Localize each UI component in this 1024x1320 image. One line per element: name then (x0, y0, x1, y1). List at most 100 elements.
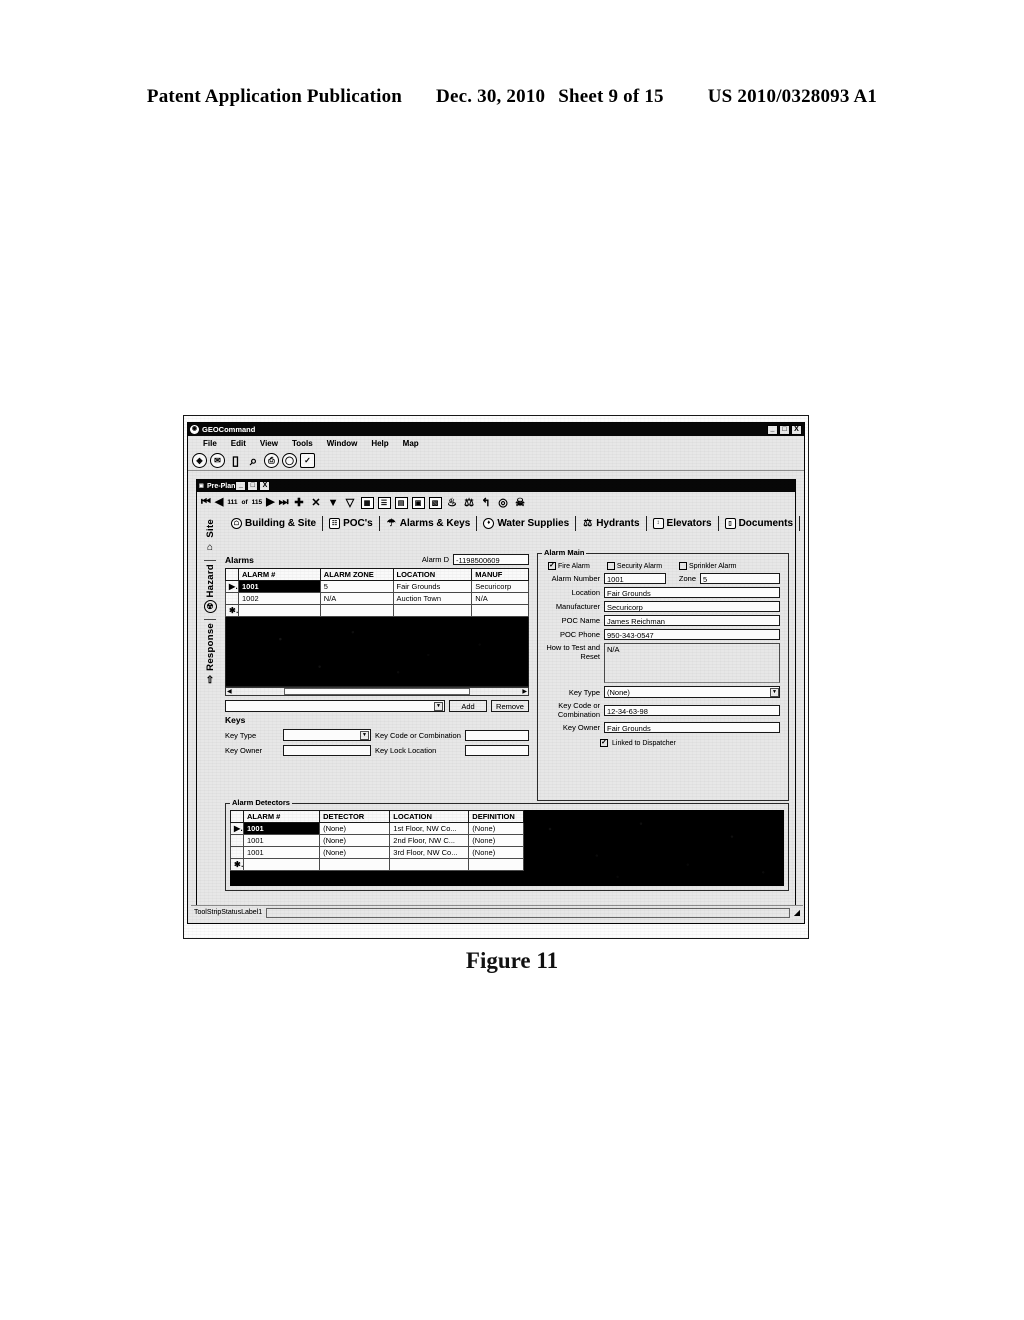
cell-detector[interactable] (319, 858, 391, 871)
cell-location[interactable] (392, 604, 473, 617)
list-icon[interactable]: ☰ (377, 496, 391, 509)
key-type-dropdown[interactable]: (None) ▼ (604, 686, 780, 698)
clock-icon[interactable]: ◯ (282, 453, 297, 468)
menu-item-view[interactable]: View (253, 438, 285, 449)
cell-detector[interactable]: (None) (319, 846, 391, 859)
key-owner-field[interactable]: Fair Grounds (604, 722, 780, 733)
cell-alarm-number[interactable]: 1002 (238, 592, 321, 605)
sidebar-item-hazard[interactable]: Hazard ☢ (203, 564, 217, 616)
column-header-location[interactable]: LOCATION (392, 568, 473, 581)
cell-definition[interactable]: (None) (468, 822, 524, 835)
table-row[interactable]: 1002 N/A Auction Town N/A (225, 592, 529, 605)
cell-manuf[interactable] (471, 604, 529, 617)
cell-alarm-zone[interactable]: 5 (319, 580, 394, 593)
fire-alarm-checkbox[interactable] (548, 562, 556, 570)
column-header-alarm-number[interactable]: ALARM # (238, 568, 321, 581)
poc-name-field[interactable]: James Reichman (604, 615, 780, 626)
checklist-icon[interactable]: ✓ (300, 453, 315, 468)
search-icon[interactable]: ⌕ (246, 453, 261, 468)
scroll-thumb[interactable] (284, 688, 470, 695)
table-row[interactable]: ▶ 1001 5 Fair Grounds Securicorp (225, 580, 529, 593)
add-button[interactable]: Add (449, 700, 487, 712)
cell-definition[interactable]: (None) (468, 834, 524, 847)
add-record-button[interactable]: ✚ (293, 497, 306, 509)
table-row[interactable]: ▶ 1001 (None) 1st Floor, NW Co... (None) (230, 822, 524, 835)
zone-field[interactable]: 5 (700, 573, 780, 584)
minimize-button[interactable]: _ (235, 481, 247, 491)
address-book-icon[interactable]: ✉ (210, 453, 225, 468)
globe-icon[interactable]: ◈ (192, 453, 207, 468)
remove-button[interactable]: Remove (491, 700, 529, 712)
cell-alarm-number[interactable] (242, 858, 321, 871)
report-icon[interactable]: ▤ (394, 496, 408, 509)
table-row-new[interactable]: ✱ (225, 604, 529, 617)
poc-phone-field[interactable]: 950-343-0547 (604, 629, 780, 640)
column-header-detector[interactable]: DETECTOR (319, 810, 391, 823)
menu-item-file[interactable]: File (196, 438, 224, 449)
target-icon[interactable]: ◎ (497, 497, 510, 509)
maximize-button[interactable]: □ (779, 424, 790, 435)
linked-to-dispatcher-row[interactable]: Linked to Dispatcher (600, 739, 788, 747)
column-header-alarm-zone[interactable]: ALARM ZONE (319, 568, 394, 581)
next-record-button[interactable]: ▶ (266, 497, 274, 508)
tab-pocs[interactable]: ☷ POC's (323, 515, 380, 531)
cell-location[interactable]: Auction Town (392, 592, 473, 605)
key-lock-location-field[interactable] (465, 745, 529, 756)
close-button[interactable]: X (259, 481, 271, 491)
column-header-alarm-number[interactable]: ALARM # (242, 810, 321, 823)
scroll-left-arrow[interactable]: ◀ (227, 688, 232, 695)
printer-icon[interactable]: ⎙ (264, 453, 279, 468)
fire-icon[interactable]: ♨ (446, 497, 459, 509)
cell-alarm-number[interactable]: 1001 (238, 580, 321, 593)
delete-record-button[interactable]: ✕ (310, 497, 323, 509)
previous-record-button[interactable]: ◀ (215, 497, 223, 508)
table-row-new[interactable]: ✱ (230, 858, 524, 871)
cell-location[interactable]: 2nd Floor, NW C... (389, 834, 470, 847)
cell-alarm-number[interactable]: 1001 (242, 822, 321, 835)
undo-icon[interactable]: ↰ (480, 497, 493, 509)
column-header-manuf[interactable]: MANUF (471, 568, 529, 581)
cell-alarm-number[interactable]: 1001 (242, 834, 321, 847)
menu-item-help[interactable]: Help (364, 438, 395, 449)
grid-icon[interactable]: ▦ (360, 496, 374, 509)
sidebar-item-site[interactable]: Site ⌂ (204, 519, 217, 557)
table-row[interactable]: 1001 (None) 2nd Floor, NW C... (None) (230, 834, 524, 847)
scroll-right-arrow[interactable]: ▶ (522, 688, 527, 695)
security-alarm-checkbox[interactable] (606, 562, 615, 570)
table-row[interactable]: 1001 (None) 3rd Floor, NW Co... (None) (230, 846, 524, 859)
filter-icon[interactable]: ▼ (327, 497, 340, 509)
cell-definition[interactable]: (None) (468, 846, 524, 859)
cell-alarm-zone[interactable] (319, 604, 394, 617)
cell-alarm-zone[interactable]: N/A (319, 592, 394, 605)
maximize-button[interactable]: □ (247, 481, 259, 491)
cell-detector[interactable]: (None) (319, 822, 391, 835)
column-header-location[interactable]: LOCATION (389, 810, 470, 823)
key-code-field[interactable]: 12-34-63-98 (604, 704, 780, 716)
key-owner-field[interactable] (283, 745, 371, 756)
cell-manuf[interactable]: N/A (471, 592, 529, 605)
cell-location[interactable]: 3rd Floor, NW Co... (389, 846, 470, 859)
cell-definition[interactable] (468, 858, 524, 871)
tab-documents[interactable]: ▯ Documents (719, 515, 801, 531)
cell-location[interactable]: 1st Floor, NW Co... (389, 822, 470, 835)
menu-item-window[interactable]: Window (320, 438, 365, 449)
key-code-field[interactable] (465, 729, 529, 741)
cell-location[interactable] (389, 858, 470, 871)
close-button[interactable]: X (791, 424, 802, 435)
manufacturer-field[interactable]: Securicorp (604, 601, 780, 612)
last-record-button[interactable]: ⏭ (279, 497, 289, 508)
cell-detector[interactable]: (None) (319, 834, 391, 847)
cell-manuf[interactable]: Securicorp (471, 580, 529, 593)
sprinkler-alarm-checkbox-group[interactable]: Sprinkler Alarm (679, 562, 737, 570)
alarms-table-hscrollbar[interactable]: ◀ ▶ (225, 687, 529, 696)
key-type-dropdown[interactable]: ▼ (283, 729, 371, 741)
resize-grip-icon[interactable]: ◢ (794, 908, 800, 917)
menu-item-tools[interactable]: Tools (285, 438, 320, 449)
first-record-button[interactable]: ⏮ (201, 497, 211, 508)
alarm-number-field[interactable]: 1001 (604, 573, 666, 584)
how-to-test-textarea[interactable]: N/A (604, 643, 780, 683)
cell-alarm-number[interactable]: 1001 (242, 846, 321, 859)
hazard-icon[interactable]: ☠ (514, 497, 527, 509)
column-header-definition[interactable]: DEFINITION (468, 810, 524, 823)
document-icon[interactable]: ▯ (228, 453, 243, 468)
